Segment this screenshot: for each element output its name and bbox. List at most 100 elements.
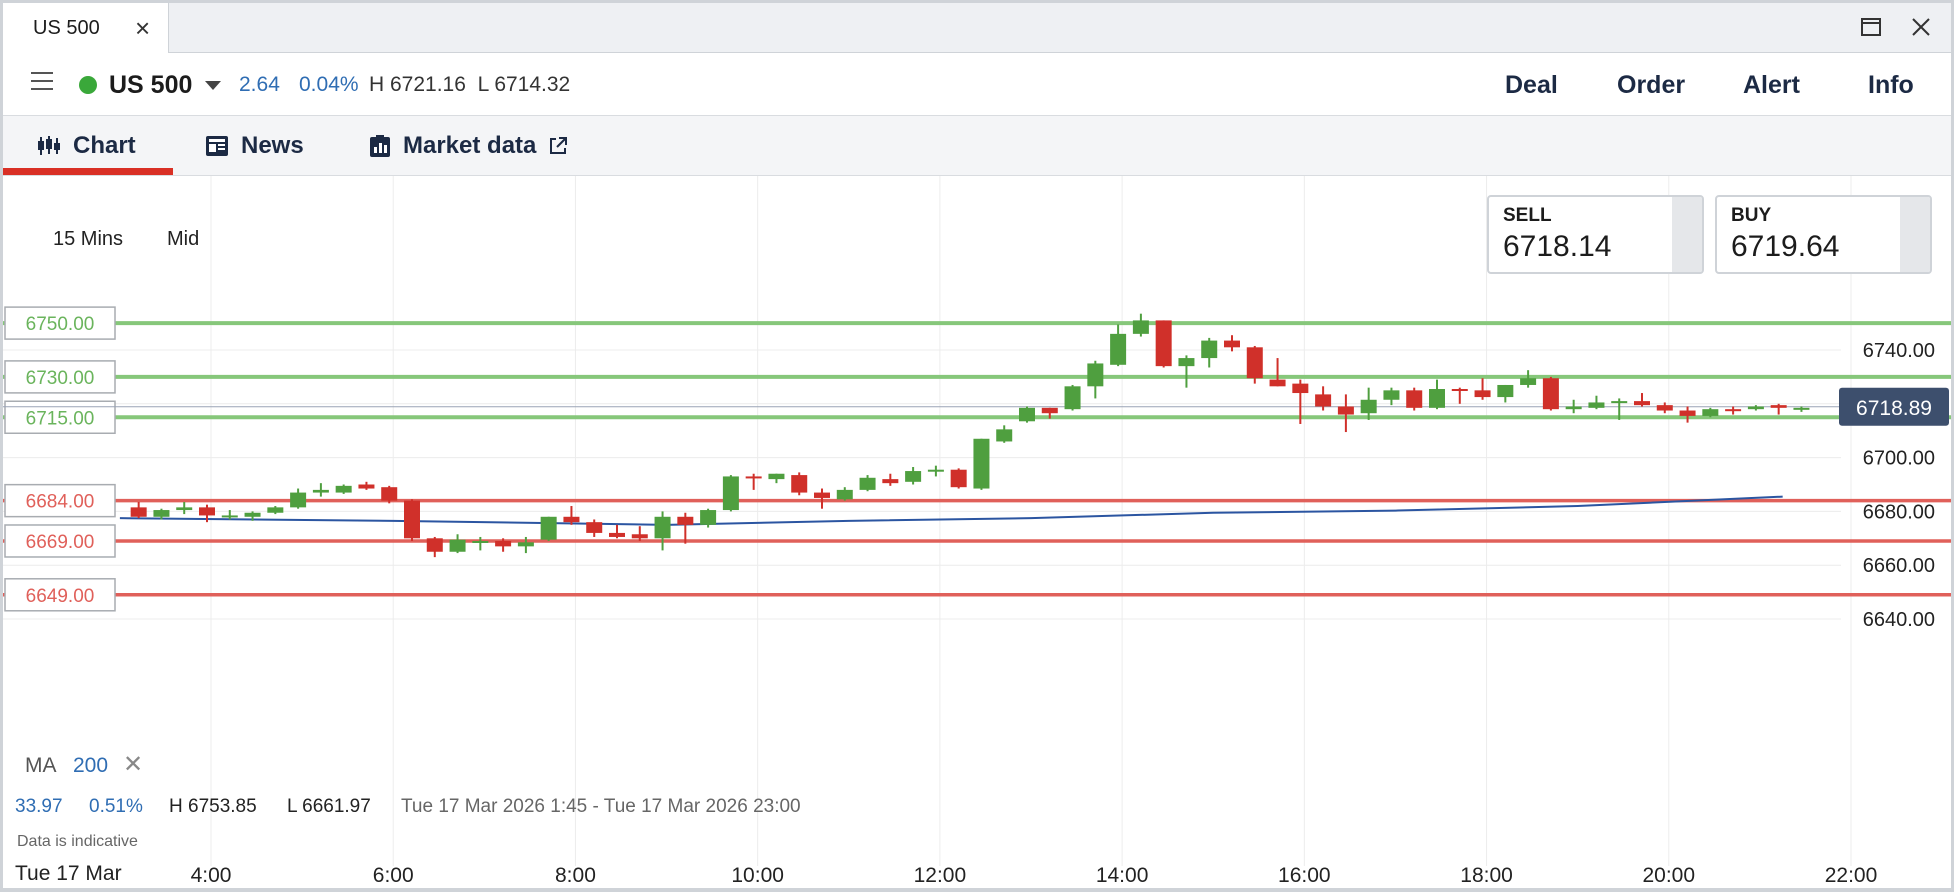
candle-down[interactable] — [1406, 390, 1423, 408]
candle-up[interactable] — [312, 489, 329, 493]
candle-up[interactable] — [768, 473, 785, 480]
candle-up[interactable] — [905, 471, 922, 482]
candle-up[interactable] — [244, 512, 261, 517]
candle-up[interactable] — [927, 469, 944, 472]
candle-down[interactable] — [1155, 320, 1172, 367]
candle-down[interactable] — [1292, 383, 1309, 394]
buy-button[interactable]: BUY 6719.64 — [1715, 195, 1932, 274]
candle-up[interactable] — [1611, 401, 1628, 404]
price-chart[interactable]: 6750.00 6730.00 6715.00 6684.00 6669.00 6649.… — [3, 176, 1951, 892]
maximize-icon[interactable] — [1855, 11, 1887, 43]
candle-up[interactable] — [654, 516, 671, 539]
candle-up[interactable] — [836, 489, 853, 500]
candle-up[interactable] — [472, 540, 489, 543]
tab-news[interactable]: News — [205, 129, 304, 163]
candle-down[interactable] — [814, 492, 830, 498]
order-button[interactable]: Order — [1617, 71, 1685, 100]
candle-up[interactable] — [700, 510, 717, 525]
candle-down[interactable] — [199, 507, 215, 516]
candle-down[interactable] — [631, 534, 648, 539]
candle-down[interactable] — [1041, 407, 1058, 414]
chevron-down-icon[interactable] — [205, 81, 221, 90]
sell-button[interactable]: SELL 6718.14 — [1487, 195, 1704, 274]
candle-up[interactable] — [1747, 406, 1764, 410]
price-type-selector[interactable]: Mid — [167, 228, 199, 251]
candle-down[interactable] — [1451, 389, 1468, 392]
ma-indicator-name[interactable]: MA — [25, 754, 57, 778]
deal-button[interactable]: Deal — [1505, 71, 1558, 100]
candle-up[interactable] — [540, 516, 557, 540]
candle-down[interactable] — [950, 469, 967, 488]
candle-up[interactable] — [153, 510, 170, 517]
candle-up[interactable] — [1201, 340, 1218, 359]
candle-up[interactable] — [1087, 363, 1104, 387]
candle-up[interactable] — [1360, 399, 1377, 414]
candle-down[interactable] — [1269, 379, 1286, 387]
candle-down[interactable] — [586, 522, 603, 533]
tab-market-data[interactable]: Market data — [369, 129, 580, 163]
candle-down[interactable] — [1679, 410, 1696, 416]
candle-down[interactable] — [1246, 347, 1263, 379]
candle-down[interactable] — [563, 516, 580, 523]
candle-up[interactable] — [1520, 378, 1537, 385]
candle-down[interactable] — [882, 479, 899, 484]
candle-down[interactable] — [1725, 409, 1742, 412]
info-button[interactable]: Info — [1868, 71, 1914, 100]
candle-up[interactable] — [176, 507, 193, 511]
close-icon[interactable]: × — [135, 13, 150, 44]
candle-down[interactable] — [1656, 405, 1673, 411]
menu-icon[interactable] — [31, 72, 53, 94]
candle-up[interactable] — [221, 515, 238, 518]
candle-up[interactable] — [1588, 402, 1605, 408]
candle-down[interactable] — [358, 484, 375, 489]
candle-down[interactable] — [1542, 378, 1559, 410]
candle-down[interactable] — [677, 516, 694, 525]
candle-up[interactable] — [335, 485, 352, 493]
ma-indicator-period[interactable]: 200 — [73, 754, 108, 778]
candle-down[interactable] — [495, 540, 512, 547]
candle-down[interactable] — [791, 475, 808, 493]
instrument-tab[interactable]: US 500 × — [3, 3, 169, 53]
candle-up[interactable] — [1702, 409, 1719, 416]
candle-up[interactable] — [1565, 406, 1582, 410]
candle-up[interactable] — [996, 429, 1013, 442]
candle-up[interactable] — [517, 542, 534, 547]
candle-down[interactable] — [1315, 394, 1332, 407]
candle-down[interactable] — [745, 476, 762, 479]
close-window-icon[interactable] — [1905, 11, 1937, 43]
chart-scrollbar[interactable] — [3, 888, 1951, 892]
candle-down[interactable] — [1474, 390, 1491, 398]
candle-up[interactable] — [1429, 389, 1445, 408]
remove-indicator-icon[interactable]: ✕ — [123, 750, 143, 779]
candle-down[interactable] — [404, 500, 420, 539]
candle-down[interactable] — [426, 538, 443, 552]
candle-up[interactable] — [267, 507, 284, 513]
alert-button[interactable]: Alert — [1743, 71, 1800, 100]
candle-up[interactable] — [1110, 333, 1127, 365]
candle-up[interactable] — [973, 438, 990, 489]
chart-panel[interactable]: 6750.00 6730.00 6715.00 6684.00 6669.00 6649.… — [3, 176, 1951, 892]
candle-up[interactable] — [1383, 390, 1400, 400]
instrument-name[interactable]: US 500 — [109, 71, 192, 100]
candle-up[interactable] — [722, 476, 739, 511]
candle-up[interactable] — [290, 492, 307, 508]
candle-up[interactable] — [1064, 386, 1081, 410]
candle-up[interactable] — [1497, 384, 1514, 398]
candle-up[interactable] — [859, 477, 876, 490]
candle-up[interactable] — [449, 539, 466, 552]
candle-down[interactable] — [1224, 340, 1240, 348]
candle-up[interactable] — [1178, 358, 1195, 367]
candle-up[interactable] — [1132, 320, 1149, 334]
candle-down[interactable] — [609, 532, 625, 537]
candle-down[interactable] — [1634, 401, 1650, 406]
candle-down[interactable] — [381, 487, 398, 501]
price-level-label: 6730.00 — [26, 368, 95, 389]
candle-down[interactable] — [130, 507, 147, 517]
timeframe-selector[interactable]: 15 Mins — [53, 228, 123, 251]
candle-up[interactable] — [1019, 407, 1035, 422]
candle-down[interactable] — [1337, 406, 1354, 415]
candle-down[interactable] — [1770, 405, 1787, 408]
tab-chart[interactable]: Chart — [37, 129, 136, 163]
tab-title: US 500 — [33, 17, 100, 39]
candle-up[interactable] — [1793, 407, 1810, 410]
